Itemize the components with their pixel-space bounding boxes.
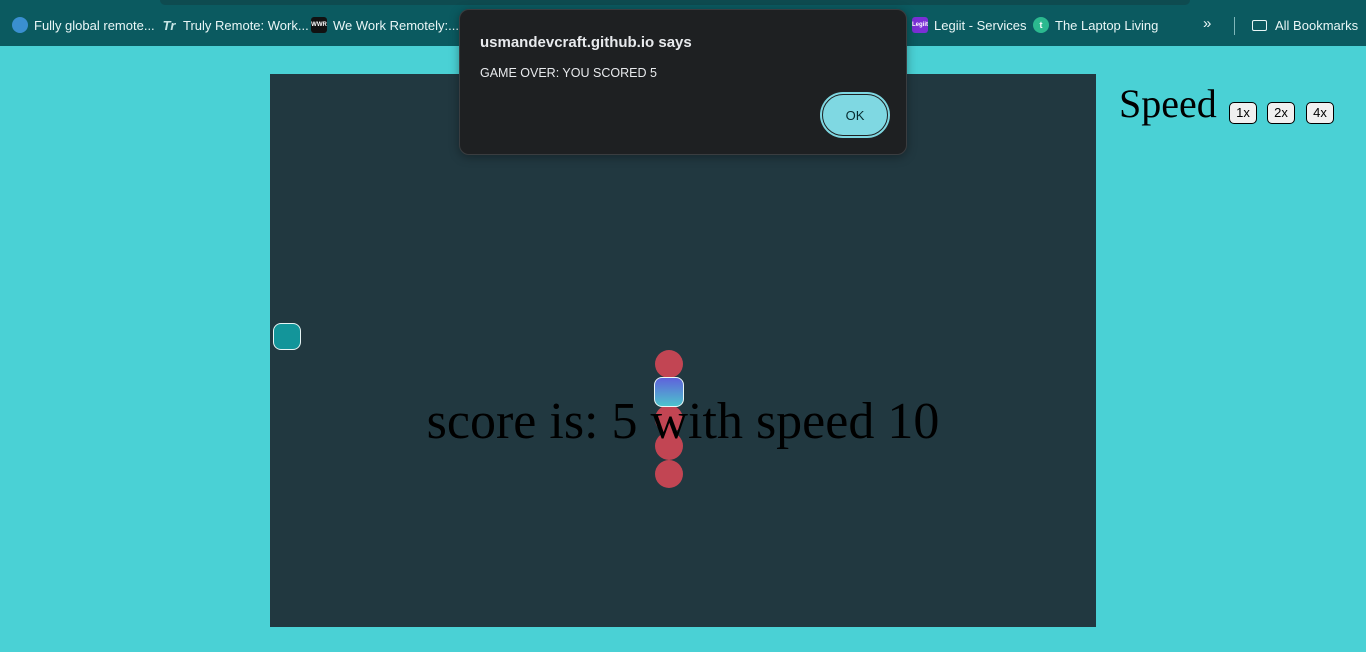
all-bookmarks-button[interactable]: All Bookmarks xyxy=(1252,14,1358,36)
snake-head xyxy=(654,377,684,407)
truly-remote-icon: Tr xyxy=(162,17,176,33)
bookmark-label: We Work Remotely:... xyxy=(333,17,459,33)
snake-body-segment xyxy=(655,460,683,488)
game-board[interactable]: score is: 5 with speed 10 xyxy=(270,74,1096,627)
bookmark-label: Fully global remote... xyxy=(34,17,155,33)
alert-dialog: usmandevcraft.github.io says GAME OVER: … xyxy=(459,9,907,155)
wwr-icon: WWR xyxy=(311,17,327,33)
bookmark-fully-global-remote[interactable]: Fully global remote... xyxy=(12,14,155,36)
bookmarks-divider xyxy=(1234,17,1235,35)
bookmark-label: Legiit - Services xyxy=(934,17,1027,33)
bookmark-laptop-living[interactable]: t The Laptop Living xyxy=(1033,14,1158,36)
folder-icon xyxy=(1252,19,1267,31)
globe-icon xyxy=(12,17,28,33)
alert-title: usmandevcraft.github.io says xyxy=(480,34,692,51)
address-bar-edge xyxy=(160,0,1190,5)
bookmark-label: Truly Remote: Work... xyxy=(183,17,309,33)
speed-2x-button[interactable]: 2x xyxy=(1267,102,1295,124)
alert-message: GAME OVER: YOU SCORED 5 xyxy=(480,66,657,80)
bookmark-legiit[interactable]: Legiit Legiit - Services xyxy=(912,14,1026,36)
all-bookmarks-label: All Bookmarks xyxy=(1275,17,1359,33)
bookmark-label: The Laptop Living xyxy=(1055,17,1159,33)
ok-button[interactable]: OK xyxy=(822,94,888,136)
speed-label: Speed xyxy=(1119,81,1217,126)
more-bookmarks-chevron-icon[interactable]: » xyxy=(1203,15,1211,32)
bookmark-we-work-remotely[interactable]: WWR We Work Remotely:... xyxy=(311,14,459,36)
food-pellet xyxy=(273,323,301,350)
laptop-living-icon: t xyxy=(1033,17,1049,33)
legiit-icon: Legiit xyxy=(912,17,928,33)
speed-1x-button[interactable]: 1x xyxy=(1229,102,1257,124)
speed-4x-button[interactable]: 4x xyxy=(1306,102,1334,124)
snake-body-segment xyxy=(655,350,683,378)
bookmark-truly-remote[interactable]: Tr Truly Remote: Work... xyxy=(161,14,309,36)
